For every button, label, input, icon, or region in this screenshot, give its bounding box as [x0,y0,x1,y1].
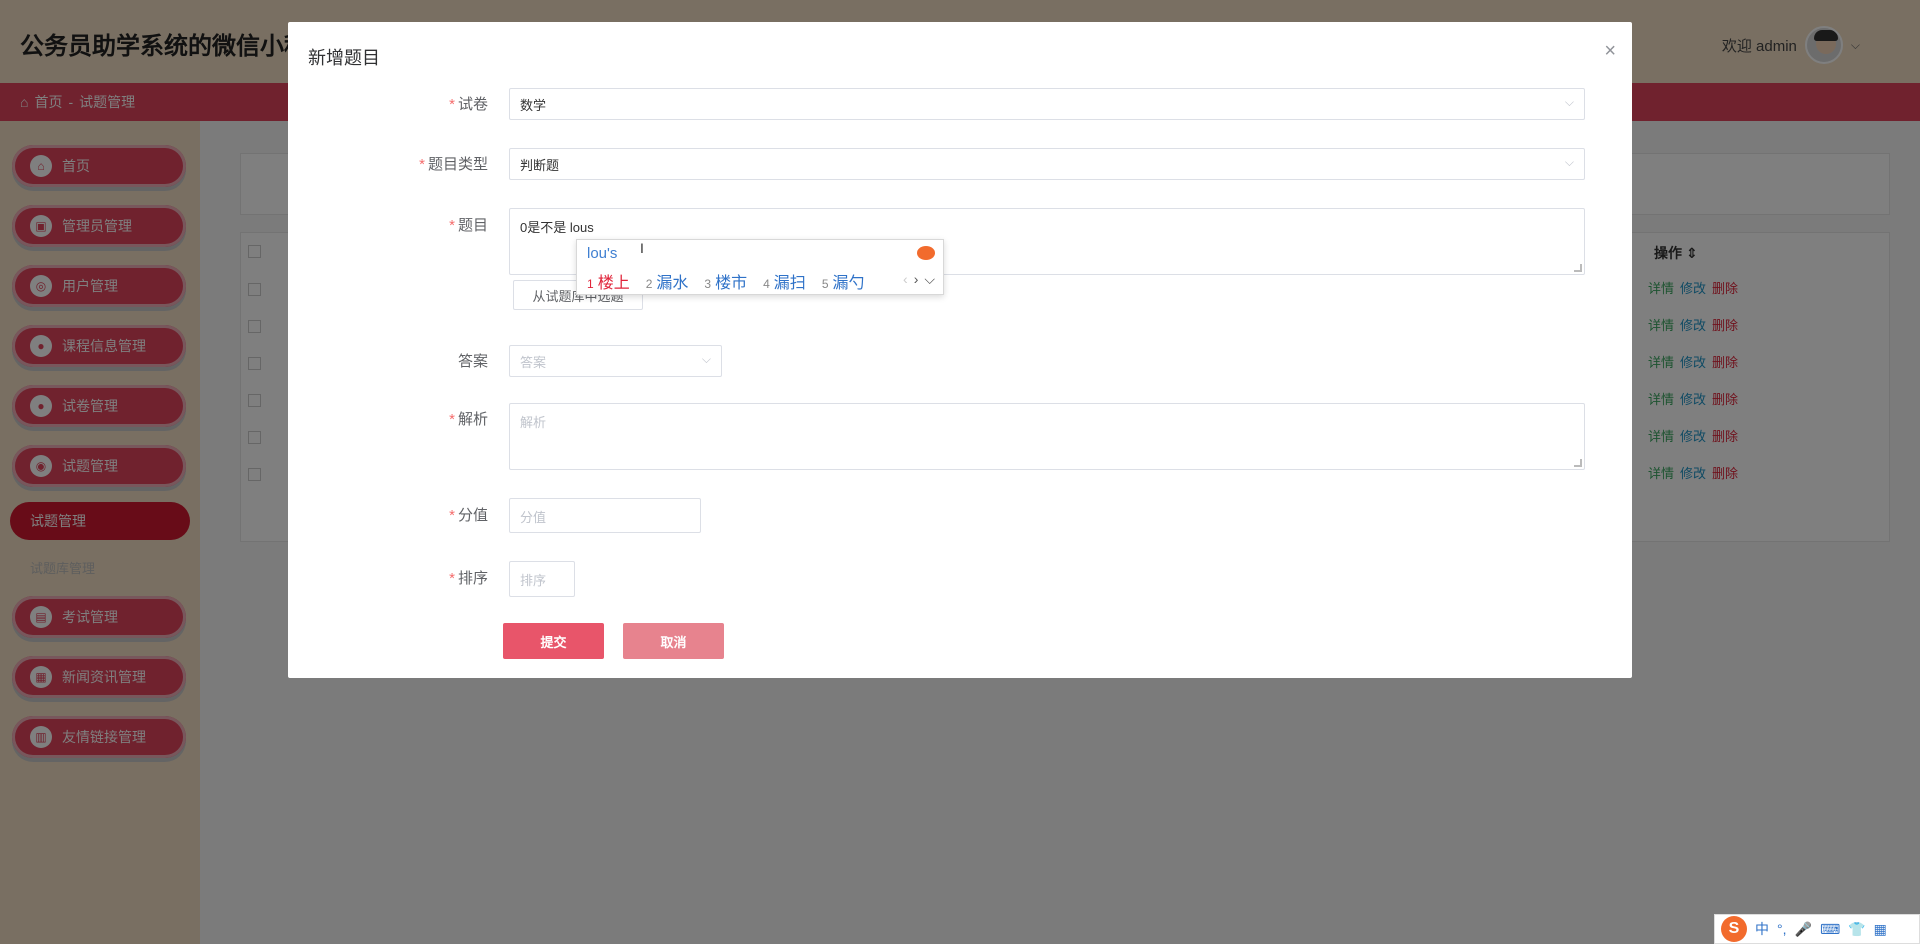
dialog-title: 新增题目 [308,48,380,68]
chevron-right-icon[interactable]: › [914,271,919,288]
question-text: 0是不是 lous [520,220,594,235]
answer-select[interactable]: 答案 ⌵ [509,345,722,377]
paper-select[interactable]: 数学 ⌵ [509,88,1585,120]
skin-icon[interactable]: 👕 [1848,921,1865,938]
submit-button[interactable]: 提交 [503,623,604,659]
ime-candidate[interactable]: 1 楼上 [587,269,630,293]
punctuation-toggle[interactable]: °, [1777,921,1787,937]
paper-select-value: 数学 [520,97,547,113]
order-input[interactable]: 排序 [509,561,575,597]
close-icon[interactable]: × [1604,40,1616,63]
analysis-label: * 解析 [449,411,488,428]
resize-handle-icon[interactable] [1574,264,1582,272]
question-type-value: 判断题 [520,157,560,173]
ime-composition: lou's [587,245,618,262]
ime-candidate[interactable]: 5 漏勺 [822,269,865,293]
ime-candidate[interactable]: 3 楼市 [704,269,747,293]
question-label: * 题目 [449,217,488,234]
order-placeholder: 排序 [520,573,547,588]
lang-toggle[interactable]: 中 [1755,919,1769,939]
grid-icon[interactable]: ▦ [1874,921,1887,938]
chevron-down-icon: ⌵ [701,352,711,366]
microphone-icon[interactable]: 🎤 [1795,921,1812,938]
analysis-textarea[interactable]: 解析 [509,403,1585,470]
chevron-left-icon[interactable]: ‹ [903,271,908,288]
score-placeholder: 分值 [520,510,547,525]
analysis-placeholder: 解析 [520,415,547,430]
ime-nav: ‹ › ⌵ [903,271,935,288]
ime-candidate[interactable]: 2 漏水 [646,269,689,293]
keyboard-icon[interactable]: ⌨ [1820,921,1840,938]
ime-candidate-window: lou's 1 楼上 2 漏水 3 楼市 4 漏扫 5 漏勺 ‹ › ⌵ [576,239,944,295]
add-question-dialog: 新增题目 × * 试卷 数学 ⌵ * 题目类型 判断题 ⌵ * 题目 0是不是 lou… [288,22,1632,678]
chevron-down-icon: ⌵ [1564,155,1574,169]
answer-label: 答案 [457,353,488,370]
ime-candidates: 1 楼上 2 漏水 3 楼市 4 漏扫 5 漏勺 [587,269,865,293]
text-cursor-icon: I [640,240,644,256]
paper-label: * 试卷 [449,96,488,113]
ime-toolbar: S 中 °, 🎤 ⌨ 👕 ▦ [1714,914,1920,944]
answer-placeholder: 答案 [520,354,547,370]
cancel-button[interactable]: 取消 [623,623,724,659]
ime-candidate[interactable]: 4 漏扫 [763,269,806,293]
order-label: * 排序 [449,570,488,587]
question-type-select[interactable]: 判断题 ⌵ [509,148,1585,180]
question-type-label: * 题目类型 [419,156,488,173]
resize-handle-icon[interactable] [1574,459,1582,467]
score-label: * 分值 [449,507,488,524]
score-input[interactable]: 分值 [509,498,701,533]
chevron-down-icon: ⌵ [1564,95,1574,109]
ime-logo-icon [917,246,935,260]
chevron-down-icon[interactable]: ⌵ [924,271,935,288]
sogou-logo-icon[interactable]: S [1721,916,1747,942]
